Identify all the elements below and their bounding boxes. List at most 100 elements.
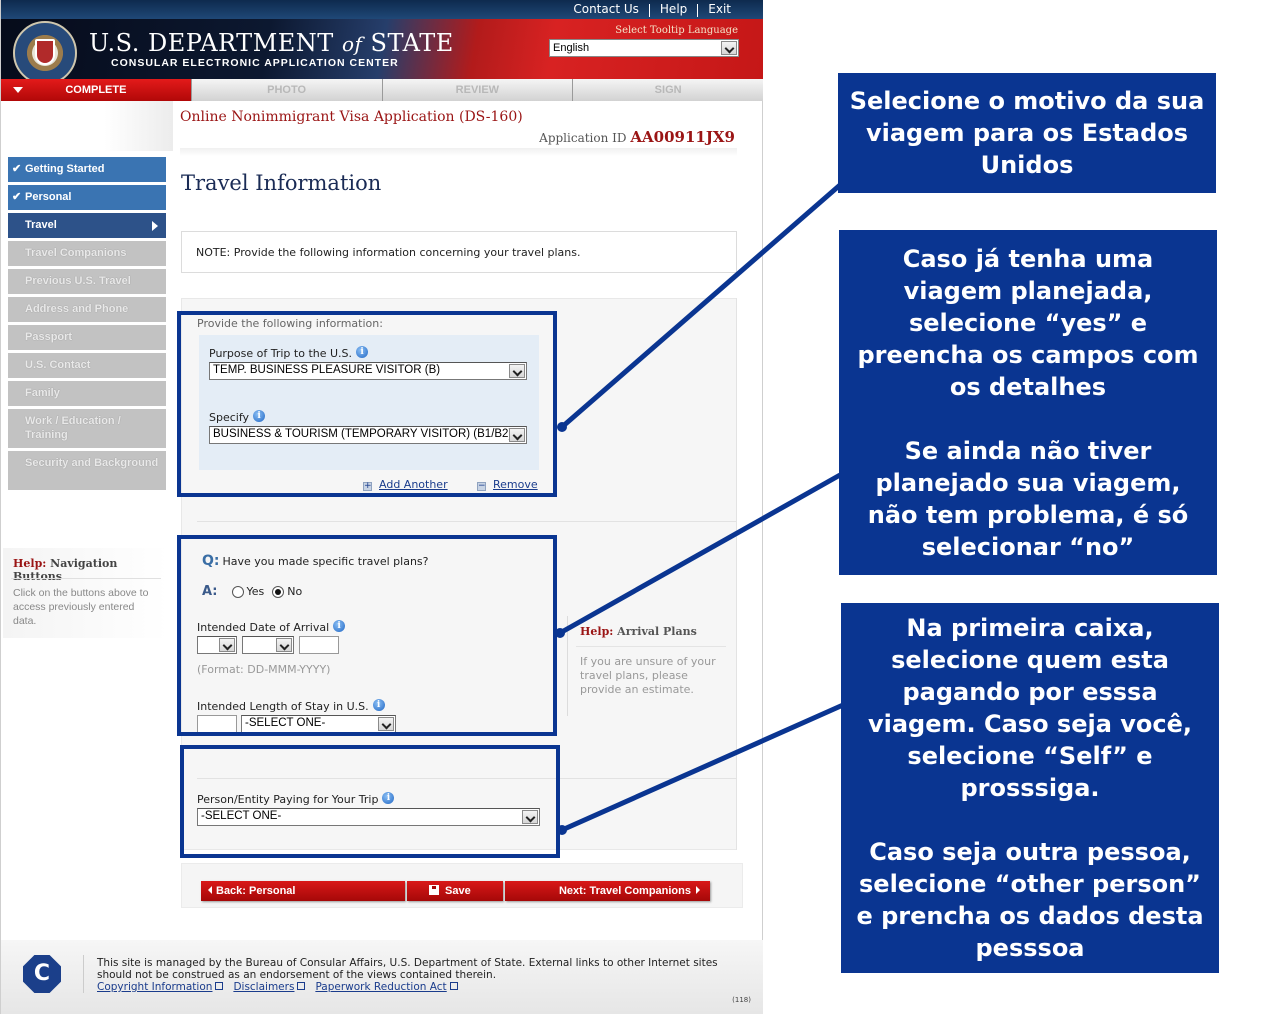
sidebar-item-travel[interactable]: Travel [8, 213, 166, 238]
footer-text: This site is managed by the Bureau of Co… [97, 957, 718, 981]
department-subtitle: CONSULAR ELECTRONIC APPLICATION CENTER [111, 57, 399, 69]
sidebar-item-label: U.S. Contact [25, 359, 91, 371]
exit-link[interactable]: Exit [698, 2, 741, 17]
help-prefix: Help: [13, 557, 47, 570]
help-navigation-panel: Help: Navigation Buttons Click on the bu… [3, 548, 168, 638]
sidebar-item-address-and-phone: Address and Phone [8, 297, 166, 322]
consular-affairs-logo-icon: C [23, 955, 61, 993]
link-label: Paperwork Reduction Act [315, 981, 447, 993]
callout-payer-text-1: Na primeira caixa, selecione quem esta p… [867, 614, 1193, 802]
sidebar-item-travel-companions: Travel Companions [8, 241, 166, 266]
help-divider [576, 646, 726, 647]
sidebar-item-personal[interactable]: ✔ Personal [8, 185, 166, 210]
application-title: Online Nonimmigrant Visa Application (DS… [180, 109, 523, 125]
callout-purpose: Selecione o motivo da sua viagem para os… [838, 73, 1216, 193]
sidebar-item-label: Travel [25, 219, 57, 231]
help-arrival-text: If you are unsure of your travel plans, … [580, 655, 716, 696]
department-seal-icon [13, 21, 77, 85]
sidebar-item-getting-started[interactable]: ✔ Getting Started [8, 157, 166, 182]
sidebar-item-family: Family [8, 381, 166, 406]
step-review[interactable]: REVIEW [381, 79, 573, 101]
contact-us-link[interactable]: Contact Us [563, 2, 649, 17]
save-label: Save [445, 885, 471, 897]
step-label: COMPLETE [65, 84, 127, 96]
next-button[interactable]: Next: Travel Companions [505, 881, 710, 901]
step-label: PHOTO [267, 84, 307, 96]
browser-page: Contact Us Help Exit U.S. DEPARTMENT of … [0, 0, 763, 1014]
callout-purpose-text: Selecione o motivo da sua viagem para os… [849, 87, 1205, 179]
top-links: Contact Us Help Exit [563, 2, 741, 17]
footer-divider [83, 955, 84, 993]
sidebar-item-previous-us-travel: Previous U.S. Travel [8, 269, 166, 294]
link-label: Disclaimers [233, 981, 295, 993]
navigation-button-bar: Back: Personal Save Next: Travel Compani… [181, 863, 743, 908]
checkmark-icon: ✔ [12, 191, 22, 203]
header-banner: U.S. DEPARTMENT of STATE CONSULAR ELECTR… [1, 19, 763, 85]
save-button[interactable]: Save [407, 881, 503, 901]
help-divider [11, 578, 161, 579]
sidebar-item-work-education: Work / Education / Training [8, 409, 166, 448]
footer: C This site is managed by the Bureau of … [1, 940, 763, 1014]
department-title: U.S. DEPARTMENT of STATE [89, 29, 454, 57]
column-divider [736, 298, 737, 850]
callout-travel-plans: Caso já tenha uma viagem planejada, sele… [839, 230, 1217, 575]
chevron-down-icon[interactable] [721, 41, 737, 55]
step-label: REVIEW [455, 84, 500, 96]
note-box: NOTE: Provide the following information … [181, 231, 737, 273]
tooltip-language-select[interactable]: English [549, 39, 739, 57]
external-link-icon [297, 982, 306, 990]
application-id: Application ID AA00911JX9 [539, 128, 735, 146]
external-link-icon [215, 982, 224, 990]
sidebar-item-label: Personal [25, 191, 72, 203]
page-title: Travel Information [181, 171, 382, 195]
title-divider [180, 148, 737, 156]
sidebar-item-label: Previous U.S. Travel [25, 275, 131, 287]
back-button[interactable]: Back: Personal [201, 881, 405, 901]
sidebar-top-fade [1, 101, 173, 151]
checkmark-icon: ✔ [12, 163, 22, 175]
callout-travel-plans-text-1: Caso já tenha uma viagem planejada, sele… [857, 244, 1199, 401]
sidebar-item-us-contact: U.S. Contact [8, 353, 166, 378]
help-navigation-text: Click on the buttons above to access pre… [13, 587, 149, 627]
sidebar-item-label: Getting Started [25, 163, 105, 175]
highlight-travel-plans-section [177, 535, 557, 736]
step-photo[interactable]: PHOTO [190, 79, 382, 101]
application-id-value: AA00911JX9 [630, 128, 735, 146]
dept-name-of: of [341, 32, 363, 56]
external-link-icon [449, 982, 458, 990]
highlight-payer-section [180, 745, 560, 858]
sidebar-item-security-background: Security and Background [8, 451, 166, 490]
paperwork-reduction-link[interactable]: Paperwork Reduction Act [315, 981, 458, 993]
caret-down-icon [13, 87, 23, 93]
disclaimers-link[interactable]: Disclaimers [233, 981, 306, 993]
footer-links: Copyright Information Disclaimers Paperw… [97, 981, 458, 993]
help-title: Arrival Plans [617, 625, 697, 638]
step-sign[interactable]: SIGN [572, 79, 763, 101]
callout-payer-text-2: Caso seja outra pessoa, selecione “other… [856, 838, 1204, 962]
help-arrival-panel: Help: Arrival Plans If you are unsure of… [567, 616, 737, 716]
dept-name-part2: STATE [370, 29, 454, 57]
tooltip-language-label: Select Tooltip Language [615, 25, 738, 36]
progress-steps: COMPLETE PHOTO REVIEW SIGN [1, 79, 763, 101]
copyright-link[interactable]: Copyright Information [97, 981, 224, 993]
highlight-purpose-section [177, 311, 557, 497]
callout-payer: Na primeira caixa, selecione quem esta p… [841, 603, 1219, 973]
sidebar-nav: ✔ Getting Started ✔ Personal Travel Travel… [8, 157, 166, 493]
section-divider [197, 521, 737, 522]
page-code: (118) [732, 996, 751, 1004]
application-id-label: Application ID [539, 131, 627, 145]
sidebar-item-label: Security and Background [25, 457, 159, 469]
sidebar-item-label: Passport [25, 331, 73, 343]
arrow-left-icon [208, 886, 212, 894]
sidebar-item-passport: Passport [8, 325, 166, 350]
help-link[interactable]: Help [650, 2, 697, 17]
arrow-right-icon [696, 886, 700, 894]
header-top-bar: Contact Us Help Exit [1, 0, 763, 19]
sidebar-item-label: Travel Companions [25, 247, 127, 259]
back-label: Back: Personal [216, 885, 296, 897]
callout-travel-plans-text-2: Se ainda não tiver planejado sua viagem,… [867, 436, 1189, 561]
help-prefix: Help: [580, 625, 614, 638]
tooltip-language-value: English [553, 42, 590, 54]
next-label: Next: Travel Companions [558, 885, 691, 897]
step-complete[interactable]: COMPLETE [1, 79, 191, 101]
